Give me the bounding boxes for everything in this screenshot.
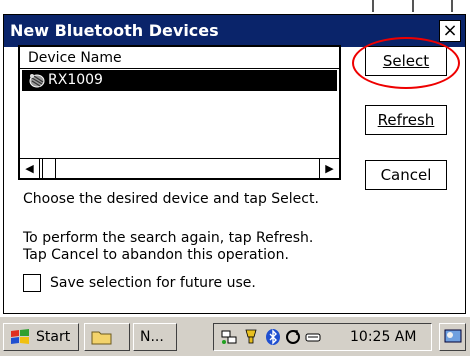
device-name-column-header[interactable]: Device Name: [20, 47, 339, 69]
bluetooth-icon[interactable]: [264, 328, 282, 346]
device-list-item[interactable]: RX1009: [22, 70, 337, 91]
sync-icon[interactable]: [284, 328, 302, 346]
close-button[interactable]: ×: [439, 20, 461, 42]
instruction-cancel: Tap Cancel to abandon this operation.: [23, 247, 289, 263]
windows-logo-icon: [11, 329, 29, 344]
highlight-circle: [352, 37, 460, 89]
refresh-button[interactable]: Refresh: [365, 105, 447, 135]
desktop-icon: [444, 329, 462, 343]
explorer-taskbar-button[interactable]: [84, 323, 130, 351]
cancel-button-label: Cancel: [380, 166, 432, 184]
device-name: RX1009: [48, 72, 103, 88]
power-plug-icon[interactable]: [242, 328, 260, 346]
horizontal-scrollbar[interactable]: ◀ ▶: [20, 158, 339, 178]
show-desktop-button[interactable]: [439, 323, 466, 351]
save-selection-checkbox[interactable]: [23, 274, 41, 292]
clock[interactable]: 10:25 AM: [350, 324, 416, 350]
taskbar: Start N... 10:25 AM: [0, 316, 470, 356]
modem-icon[interactable]: [304, 328, 322, 346]
app-taskbar-label: N...: [140, 329, 164, 345]
background-divider: [412, 0, 414, 12]
scrollbar-thumb[interactable]: [42, 159, 56, 178]
background-divider: [372, 0, 374, 12]
dialog-title: New Bluetooth Devices: [10, 21, 219, 40]
start-button[interactable]: Start: [3, 323, 79, 351]
background-window-strip: [0, 0, 470, 12]
network-icon[interactable]: [220, 328, 238, 346]
cancel-button[interactable]: Cancel: [365, 160, 447, 190]
device-list[interactable]: Device Name RX1009 ◀ ▶: [18, 45, 341, 180]
start-label: Start: [36, 329, 71, 345]
instruction-select: Choose the desired device and tap Select…: [23, 191, 319, 207]
folder-icon: [91, 331, 112, 345]
app-taskbar-button[interactable]: N...: [133, 323, 177, 351]
system-tray: 10:25 AM: [213, 323, 432, 351]
instruction-refresh: To perform the search again, tap Refresh…: [23, 230, 314, 246]
scroll-left-button[interactable]: ◀: [20, 159, 40, 178]
bluetooth-device-icon: [29, 74, 45, 88]
scroll-right-button[interactable]: ▶: [319, 159, 339, 178]
refresh-button-label: Refresh: [377, 111, 435, 129]
save-selection-label[interactable]: Save selection for future use.: [50, 275, 256, 292]
background-divider: [451, 0, 453, 12]
